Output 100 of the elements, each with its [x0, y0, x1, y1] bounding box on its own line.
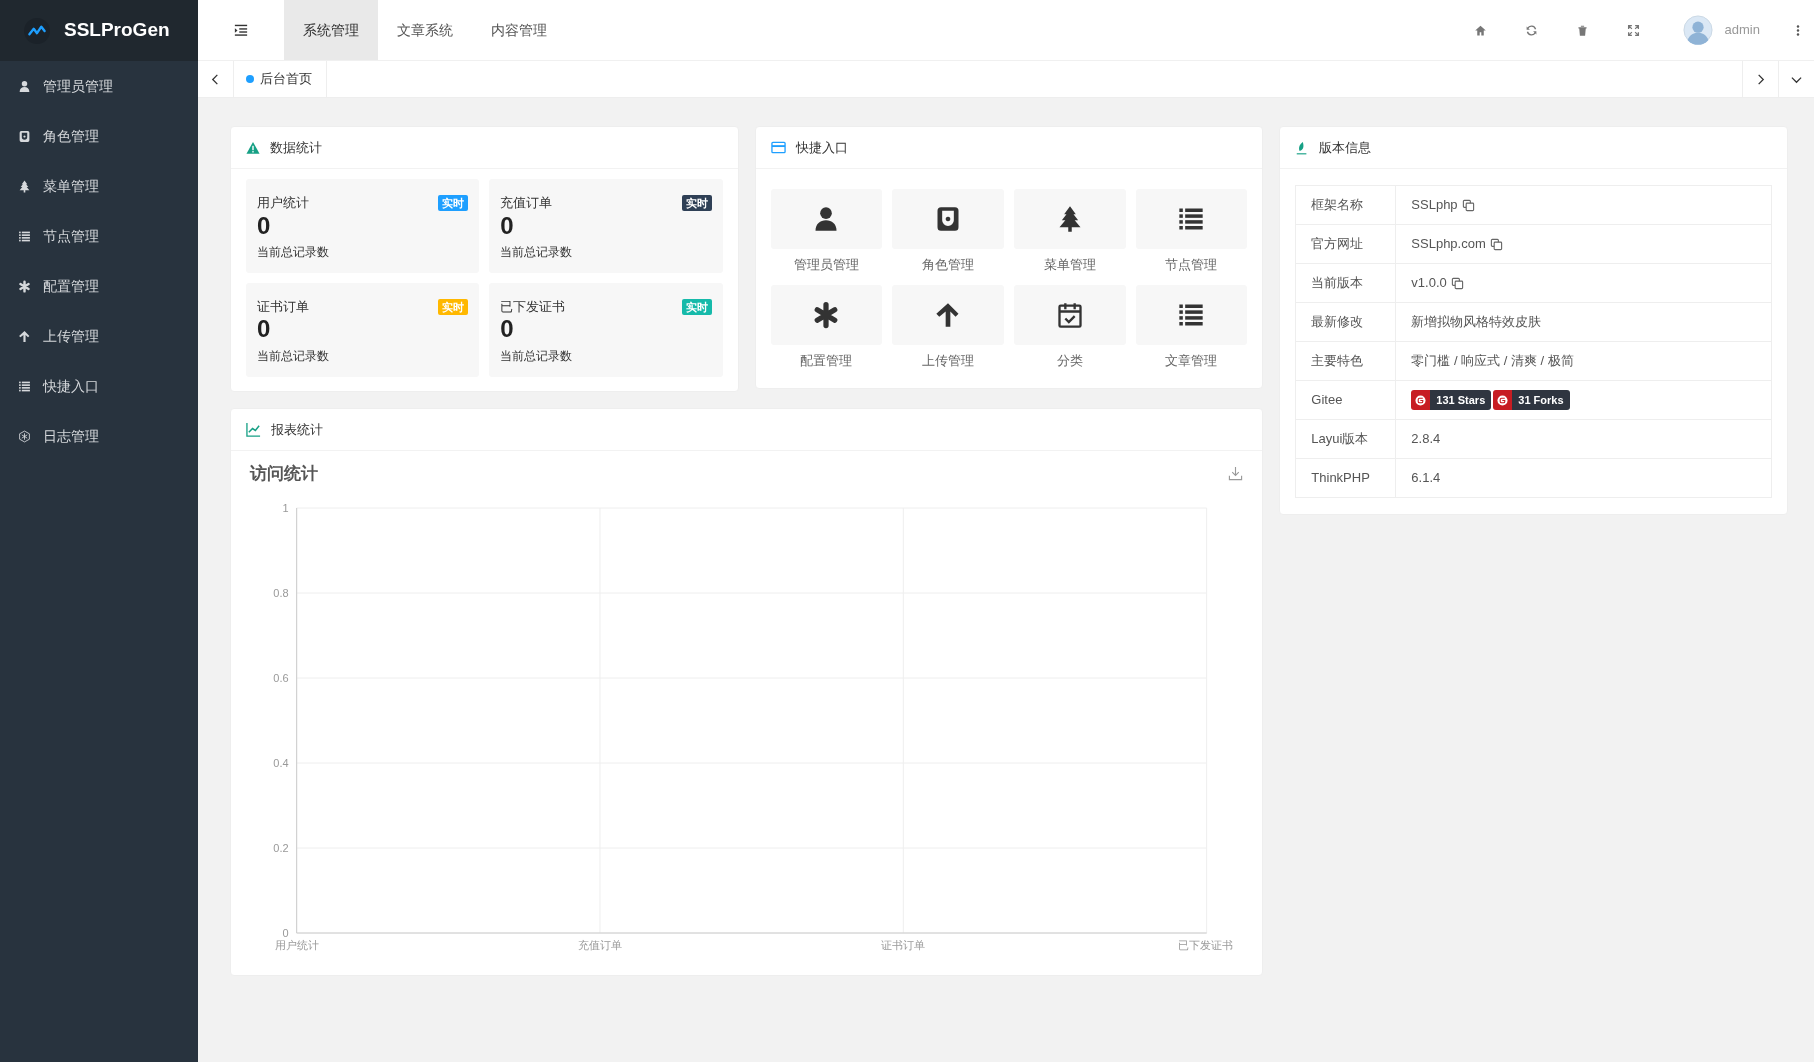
shortcut-label[interactable]: 角色管理 — [922, 255, 975, 275]
stat-note: 当前总记录数 — [257, 347, 330, 365]
axis-tick-label: 0.4 — [273, 757, 289, 770]
axis-tick-label: 0.6 — [273, 672, 289, 685]
tree-icon — [18, 179, 31, 193]
panel-title: 快捷入口 — [795, 138, 848, 157]
stat-note: 当前总记录数 — [257, 243, 330, 261]
nav-tab[interactable]: 文章系统 — [378, 0, 472, 60]
app-logo: SSLProGen — [64, 18, 170, 43]
list-icon — [18, 229, 31, 243]
table-cell-text: SSLphp — [1411, 196, 1458, 215]
table-cell: ThinkPHP — [1295, 458, 1396, 498]
panel-title: 版本信息 — [1319, 138, 1372, 157]
table-cell: 最新修改 — [1295, 302, 1396, 342]
more-icon[interactable] — [1796, 23, 1800, 37]
user-icon — [18, 79, 31, 93]
axis-category-label: 充值订单 — [578, 939, 622, 952]
gitee-logo-icon — [1497, 394, 1509, 406]
shortcut-tile[interactable] — [892, 189, 1004, 249]
sidebar-item[interactable]: 上传管理 — [0, 311, 198, 361]
sidebar-item[interactable]: 菜单管理 — [0, 161, 198, 211]
shortcut-label[interactable]: 配置管理 — [800, 350, 853, 370]
asterisk-icon — [18, 279, 31, 293]
table-cell-text: 2.8.4 — [1411, 430, 1441, 449]
copy-icon[interactable] — [1489, 237, 1503, 251]
refresh-icon[interactable] — [1524, 23, 1538, 37]
sidebar-item[interactable]: 角色管理 — [0, 111, 198, 161]
stat-label: 证书订单 — [257, 297, 309, 316]
axis-tick-label: 0.2 — [273, 842, 289, 855]
stat-note: 当前总记录数 — [500, 243, 574, 261]
axis-tick-label: 1 — [282, 502, 289, 515]
shortcut-label[interactable]: 管理员管理 — [794, 255, 859, 275]
shortcut-tile[interactable] — [1135, 284, 1248, 345]
stat-value: 0 — [500, 316, 515, 343]
stat-value: 0 — [257, 212, 272, 239]
axis-category-label: 已下发证书 — [1177, 939, 1233, 952]
panel-title: 数据统计 — [270, 138, 322, 157]
stat-note: 当前总记录数 — [500, 347, 574, 365]
shortcut-tile[interactable] — [770, 284, 883, 345]
stat-value: 0 — [257, 316, 272, 343]
card-icon — [770, 140, 786, 155]
copy-icon[interactable] — [1450, 276, 1464, 290]
sidebar-item[interactable]: 配置管理 — [0, 261, 198, 311]
shortcut-tile[interactable] — [1135, 189, 1248, 249]
avatar-icon — [1682, 15, 1713, 45]
id-badge-icon — [18, 129, 31, 143]
table-cell-text: SSLphp.com — [1411, 235, 1486, 254]
stat-label: 充值订单 — [500, 194, 553, 212]
shortcut-label[interactable]: 节点管理 — [1165, 255, 1218, 275]
shortcut-tile[interactable] — [1014, 284, 1126, 345]
panel-title: 报表统计 — [271, 420, 323, 439]
table-cell: Gitee — [1295, 380, 1396, 420]
chevron-right-icon[interactable] — [1755, 73, 1766, 85]
menu-icon — [234, 23, 248, 37]
trash-icon[interactable] — [1575, 23, 1589, 37]
table-cell-text: v1.0.0 — [1411, 274, 1447, 293]
calendar-check-icon — [1055, 300, 1084, 329]
copy-icon[interactable] — [1461, 198, 1475, 212]
chart-title: 访问统计 — [250, 462, 318, 485]
axis-category-label: 用户统计 — [274, 939, 319, 952]
table-cell-text: 新增拟物风格特效皮肤 — [1411, 313, 1542, 332]
shortcut-tile[interactable] — [770, 189, 883, 249]
page-tab[interactable]: 后台首页 — [234, 61, 327, 97]
live-badge: 实时 — [681, 298, 712, 315]
shortcut-label[interactable]: 文章管理 — [1165, 350, 1218, 370]
list-icon — [18, 379, 31, 393]
nav-tab[interactable]: 内容管理 — [472, 0, 566, 60]
line-chart-icon — [246, 421, 261, 437]
sidebar-item[interactable]: 日志管理 — [0, 411, 198, 461]
sidebar-item[interactable]: 管理员管理 — [0, 61, 198, 111]
shortcut-tile[interactable] — [892, 284, 1004, 345]
shortcut-tile[interactable] — [1014, 189, 1126, 249]
download-icon[interactable] — [1228, 466, 1244, 482]
chevron-left-icon[interactable] — [210, 73, 221, 85]
fullscreen-icon[interactable] — [1626, 23, 1640, 37]
sidebar-item[interactable]: 快捷入口 — [0, 361, 198, 411]
shortcut-label[interactable]: 菜单管理 — [1043, 255, 1096, 275]
live-badge: 实时 — [438, 194, 469, 211]
shortcut-label[interactable]: 分类 — [1056, 350, 1083, 370]
axis-category-label: 证书订单 — [881, 939, 926, 952]
up-arrow-icon — [18, 329, 31, 343]
home-icon[interactable] — [1473, 23, 1487, 37]
table-cell: 主要特色 — [1295, 341, 1396, 381]
axis-tick-label: 0 — [282, 927, 289, 940]
table-cell: Layui版本 — [1295, 419, 1396, 459]
table-cell: 官方网址 — [1295, 224, 1396, 264]
table-cell: 框架名称 — [1295, 185, 1396, 225]
sidebar-item[interactable]: 节点管理 — [0, 211, 198, 261]
table-cell-text: 6.1.4 — [1411, 469, 1441, 488]
live-badge: 实时 — [681, 194, 712, 211]
warning-icon — [246, 140, 260, 155]
stat-value: 0 — [500, 212, 515, 239]
table-cell-text: 零门槛 / 响应式 / 清爽 / 极简 — [1411, 352, 1574, 371]
axis-tick-label: 0.8 — [273, 587, 289, 600]
table-cell: 当前版本 — [1295, 263, 1396, 303]
hexagon-icon — [18, 429, 31, 443]
logo-icon — [24, 17, 50, 44]
gitee-logo-icon — [1415, 394, 1427, 406]
shortcut-label[interactable]: 上传管理 — [922, 350, 975, 370]
nav-tab[interactable]: 系统管理 — [284, 0, 378, 60]
